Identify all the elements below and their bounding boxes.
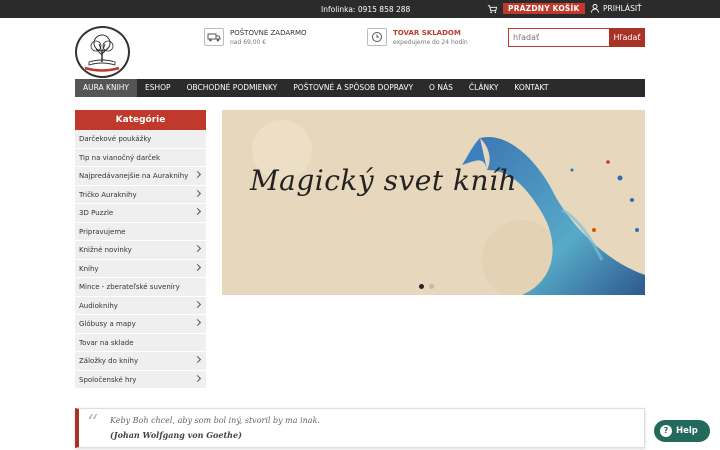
sidebar-item-label: Mince - zberateľské suveníry xyxy=(79,283,180,291)
quote-text: Keby Boh chcel, aby som bol iný, stvoril… xyxy=(110,416,320,425)
sidebar-item[interactable]: Záložky do knihy xyxy=(75,352,206,371)
nav-item-o-nas[interactable]: O NÁS xyxy=(421,79,461,97)
sidebar-item[interactable]: Pripravujeme xyxy=(75,222,206,241)
in-stock-info: TOVAR SKLADOM expedujeme do 24 hodín xyxy=(367,28,468,48)
sidebar-heading: Kategórie xyxy=(75,110,206,130)
whale-illustration xyxy=(252,120,645,295)
shipping-subtitle: nad 69,00 € xyxy=(230,39,267,46)
sidebar-item-label: Glóbusy a mapy xyxy=(79,320,136,328)
sidebar-item-label: Záložky do knihy xyxy=(79,357,139,365)
sidebar-item-label: Audioknihy xyxy=(79,301,118,310)
quote-author: (Johan Wolfgang von Goethe) xyxy=(110,430,242,440)
sidebar-item[interactable]: Glóbusy a mapy xyxy=(75,315,206,334)
cart-icon xyxy=(487,4,497,13)
truck-icon xyxy=(204,28,224,46)
cart-label: PRÁZDNY KOŠÍK xyxy=(503,3,585,14)
sidebar-item-label: Knihy xyxy=(79,264,99,273)
chevron-right-icon xyxy=(193,300,202,308)
sidebar-item-label: 3D Puzzle xyxy=(79,209,114,217)
login-label: PRIHLÁSIŤ xyxy=(603,4,642,13)
sidebar-item-label: Tričko Auraknihy xyxy=(79,190,137,199)
sidebar-item-label: Tip na vianočný darček xyxy=(79,153,161,162)
infolinka-text: Infolinka: 0915 858 288 xyxy=(321,5,411,14)
stock-subtitle: expedujeme do 24 hodín xyxy=(393,39,468,46)
chevron-right-icon xyxy=(193,244,202,253)
hero-banner[interactable]: Magický svet kníh xyxy=(222,110,645,295)
search-input[interactable] xyxy=(508,28,609,47)
chevron-right-icon xyxy=(193,207,202,216)
banner-title: Magický svet kníh xyxy=(250,164,518,197)
sidebar-item[interactable]: Mince - zberateľské suveníry xyxy=(75,278,206,297)
chevron-right-icon xyxy=(193,263,202,271)
sidebar-item[interactable]: Audioknihy xyxy=(75,296,206,315)
nav-item-postovne[interactable]: POŠTOVNÉ A SPÔSOB DOPRAVY xyxy=(285,79,421,97)
chevron-right-icon xyxy=(193,318,202,327)
carousel-dot-1[interactable] xyxy=(419,284,424,289)
login-button[interactable]: PRIHLÁSIŤ xyxy=(591,4,642,13)
sidebar-item[interactable]: Tričko Auraknihy xyxy=(75,185,206,204)
sidebar-item-label: Najpredávanejšie na Auraknihy xyxy=(79,172,189,180)
nav-item-eshop[interactable]: ESHOP xyxy=(137,79,179,97)
nav-item-kontakt[interactable]: KONTAKT xyxy=(506,79,556,97)
question-icon: ? xyxy=(660,425,672,437)
chevron-right-icon xyxy=(193,374,202,382)
sidebar-item-label: Darčekové poukážky xyxy=(79,135,152,143)
tree-logo-icon xyxy=(84,34,120,72)
chevron-right-icon xyxy=(193,189,202,197)
help-button[interactable]: ? Help xyxy=(654,420,710,442)
sidebar-item[interactable]: Tovar na sklade xyxy=(75,333,206,352)
chevron-right-icon xyxy=(193,355,202,364)
carousel-dot-2[interactable] xyxy=(429,284,434,289)
cart-button[interactable]: PRÁZDNY KOŠÍK xyxy=(487,3,585,14)
sidebar-item[interactable]: Knižné novinky xyxy=(75,241,206,260)
chevron-right-icon xyxy=(193,170,202,179)
main-nav: AURA KNIHY ESHOP OBCHODNÉ PODMIENKY POŠT… xyxy=(75,79,645,97)
quote-mark-icon: “ xyxy=(87,411,99,436)
category-sidebar: Kategórie Darčekové poukážky Tip na viano… xyxy=(75,110,206,389)
sidebar-item[interactable]: Tip na vianočný darček xyxy=(75,148,206,167)
top-bar: Infolinka: 0915 858 288 PRÁZDNY KOŠÍK PR… xyxy=(0,0,720,18)
sidebar-item[interactable]: Darčekové poukážky xyxy=(75,130,206,149)
sidebar-item-label: Spoločenské hry xyxy=(79,375,137,384)
search-button[interactable]: Hľadať xyxy=(609,28,645,47)
sidebar-item-label: Tovar na sklade xyxy=(79,338,134,347)
sidebar-item[interactable]: Spoločenské hry xyxy=(75,370,206,389)
sidebar-item[interactable]: 3D Puzzle xyxy=(75,204,206,223)
nav-item-obchodne-podmienky[interactable]: OBCHODNÉ PODMIENKY xyxy=(179,79,286,97)
site-logo[interactable] xyxy=(75,26,130,78)
nav-item-aura-knihy[interactable]: AURA KNIHY xyxy=(75,79,138,97)
sidebar-item-label: Knižné novinky xyxy=(79,246,132,254)
quote-box: “ Keby Boh chcel, aby som bol iný, stvor… xyxy=(75,408,645,448)
help-label: Help xyxy=(676,426,698,436)
stock-title: TOVAR SKLADOM xyxy=(393,29,461,37)
user-icon xyxy=(591,4,599,13)
sidebar-item[interactable]: Najpredávanejšie na Auraknihy xyxy=(75,167,206,186)
sidebar-item[interactable]: Knihy xyxy=(75,259,206,278)
free-shipping-info: POŠTOVNÉ ZADARMO nad 69,00 € xyxy=(204,28,307,48)
clock-icon xyxy=(367,28,387,46)
sidebar-item-label: Pripravujeme xyxy=(79,227,126,236)
shipping-title: POŠTOVNÉ ZADARMO xyxy=(230,29,307,37)
nav-item-clanky[interactable]: ČLÁNKY xyxy=(461,79,507,97)
search-form: Hľadať xyxy=(508,28,645,47)
